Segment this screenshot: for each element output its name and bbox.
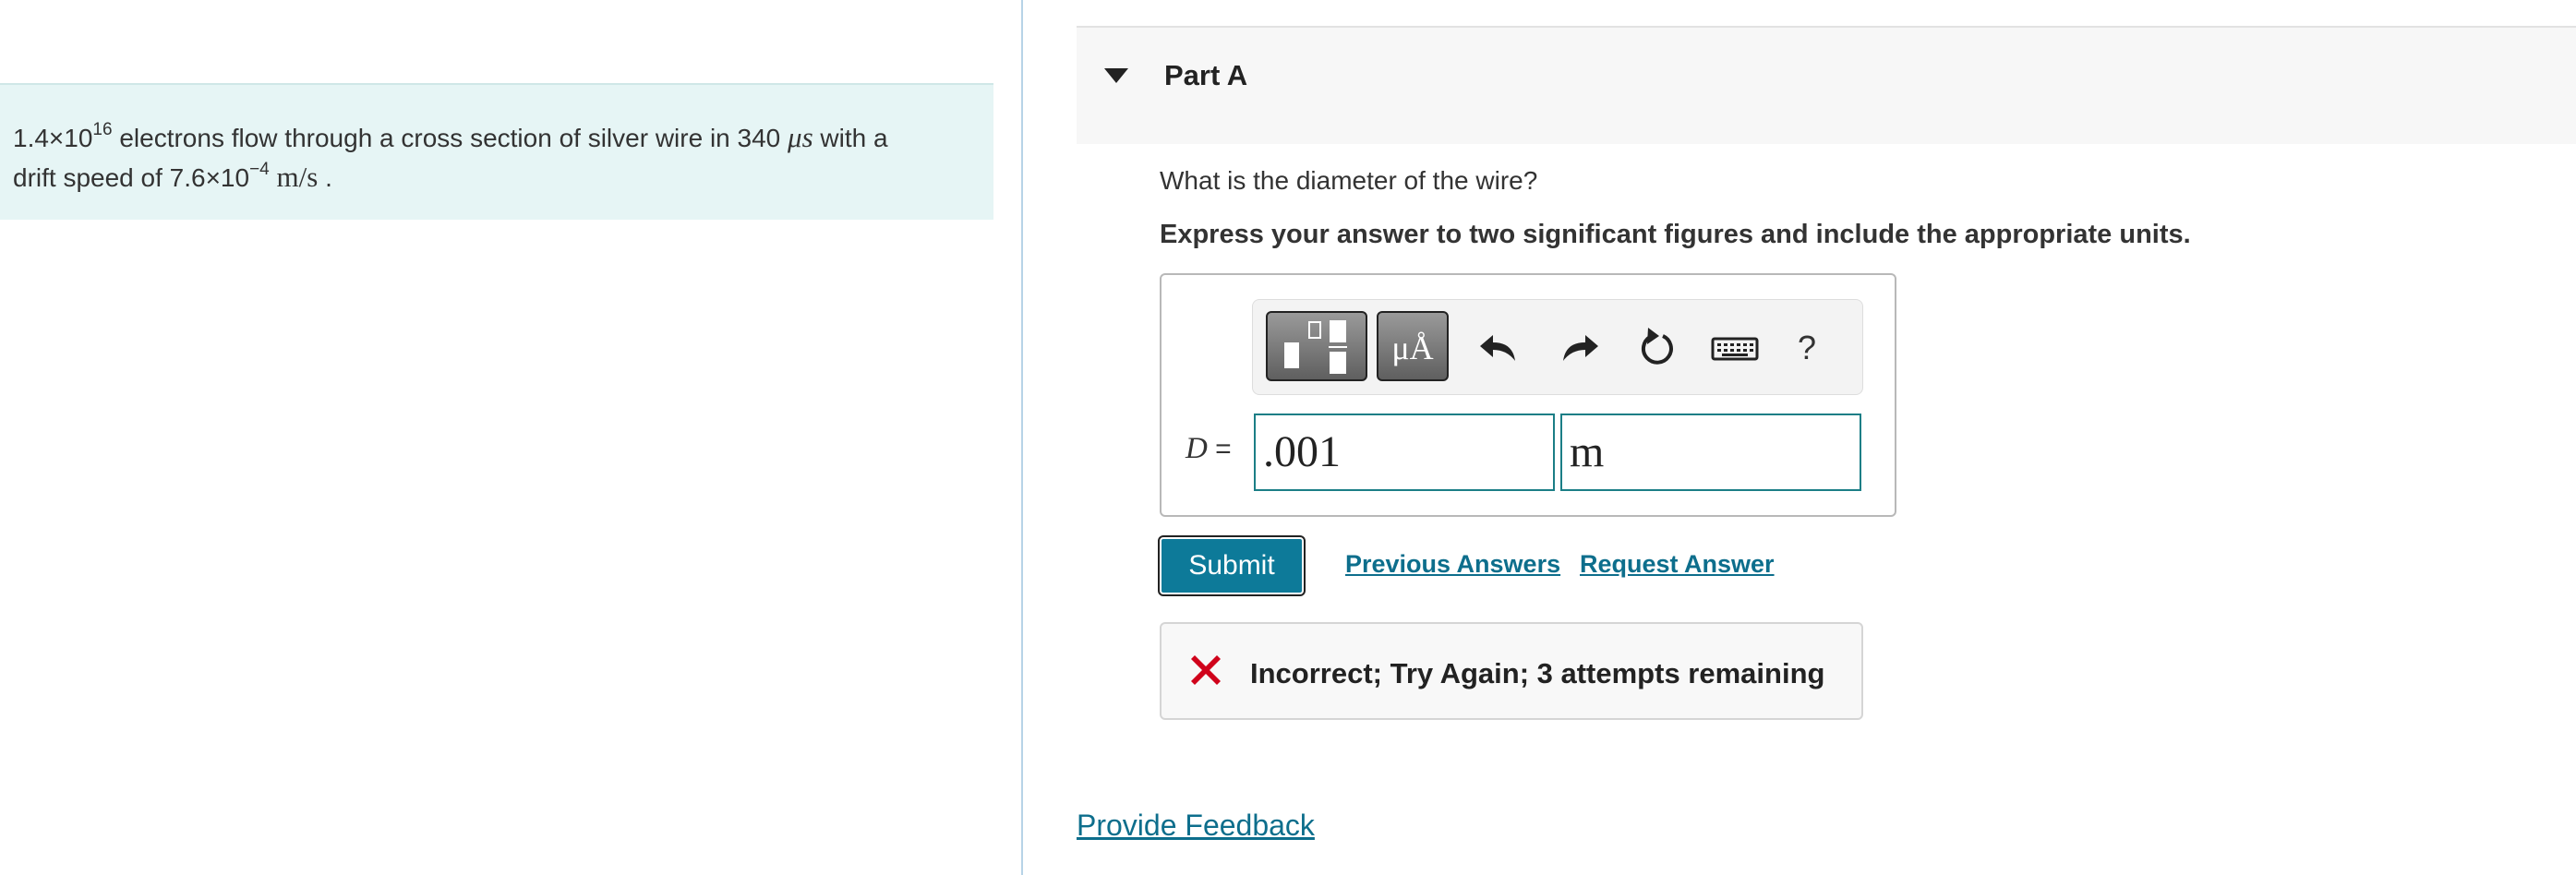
feedback-message: Incorrect; Try Again; 3 attempts remaini… — [1250, 657, 1825, 689]
question-text: What is the diameter of the wire? — [1160, 166, 1538, 195]
value-input[interactable]: .001 — [1254, 414, 1555, 491]
collapse-caret-icon[interactable] — [1104, 68, 1128, 83]
keyboard-icon[interactable] — [1707, 320, 1763, 376]
math-toolbar: μÅ ? — [1252, 299, 1863, 395]
problem-text-part-2: with a — [813, 124, 888, 152]
speed-unit: m/s — [276, 161, 319, 193]
problem-statement-panel: 1.4×1016 electrons flow through a cross … — [0, 83, 993, 220]
previous-answers-link[interactable]: Previous Answers — [1345, 550, 1560, 579]
undo-icon[interactable] — [1473, 320, 1528, 376]
problem-statement: 1.4×1016 electrons flow through a cross … — [13, 118, 982, 198]
problem-text-part-4: . — [318, 163, 332, 192]
units-button[interactable]: μÅ — [1377, 311, 1449, 381]
answer-instruction: Express your answer to two significant f… — [1160, 220, 2191, 249]
electron-count-exponent: 16 — [92, 120, 113, 139]
time-unit: μs — [788, 121, 813, 153]
pane-divider[interactable] — [1021, 0, 1023, 875]
reset-icon[interactable] — [1630, 320, 1685, 376]
templates-icon — [1284, 320, 1347, 374]
answer-entry-box: μÅ ? D = .001 m — [1160, 273, 1896, 517]
request-answer-link[interactable]: Request Answer — [1580, 550, 1775, 579]
submit-button[interactable]: Submit — [1158, 535, 1306, 596]
equals-sign: = — [1207, 434, 1232, 464]
part-a-header[interactable]: Part A — [1077, 26, 2576, 144]
provide-feedback-link[interactable]: Provide Feedback — [1077, 809, 1315, 843]
x-icon — [1191, 655, 1221, 685]
variable-name: D — [1186, 432, 1208, 465]
speed-exponent: −4 — [249, 160, 270, 179]
problem-text-part-1: electrons flow through a cross section o… — [112, 124, 788, 152]
feedback-box: Incorrect; Try Again; 3 attempts remaini… — [1160, 622, 1863, 720]
part-title[interactable]: Part A — [1164, 59, 1247, 92]
help-button[interactable]: ? — [1779, 320, 1835, 376]
templates-button[interactable] — [1266, 311, 1367, 381]
variable-label: D = — [1186, 432, 1232, 466]
problem-text-part-3: drift speed of 7.6×10 — [13, 163, 250, 192]
redo-icon[interactable] — [1550, 320, 1606, 376]
electron-count: 1.4×10 — [13, 124, 93, 152]
units-input[interactable]: m — [1560, 414, 1861, 491]
